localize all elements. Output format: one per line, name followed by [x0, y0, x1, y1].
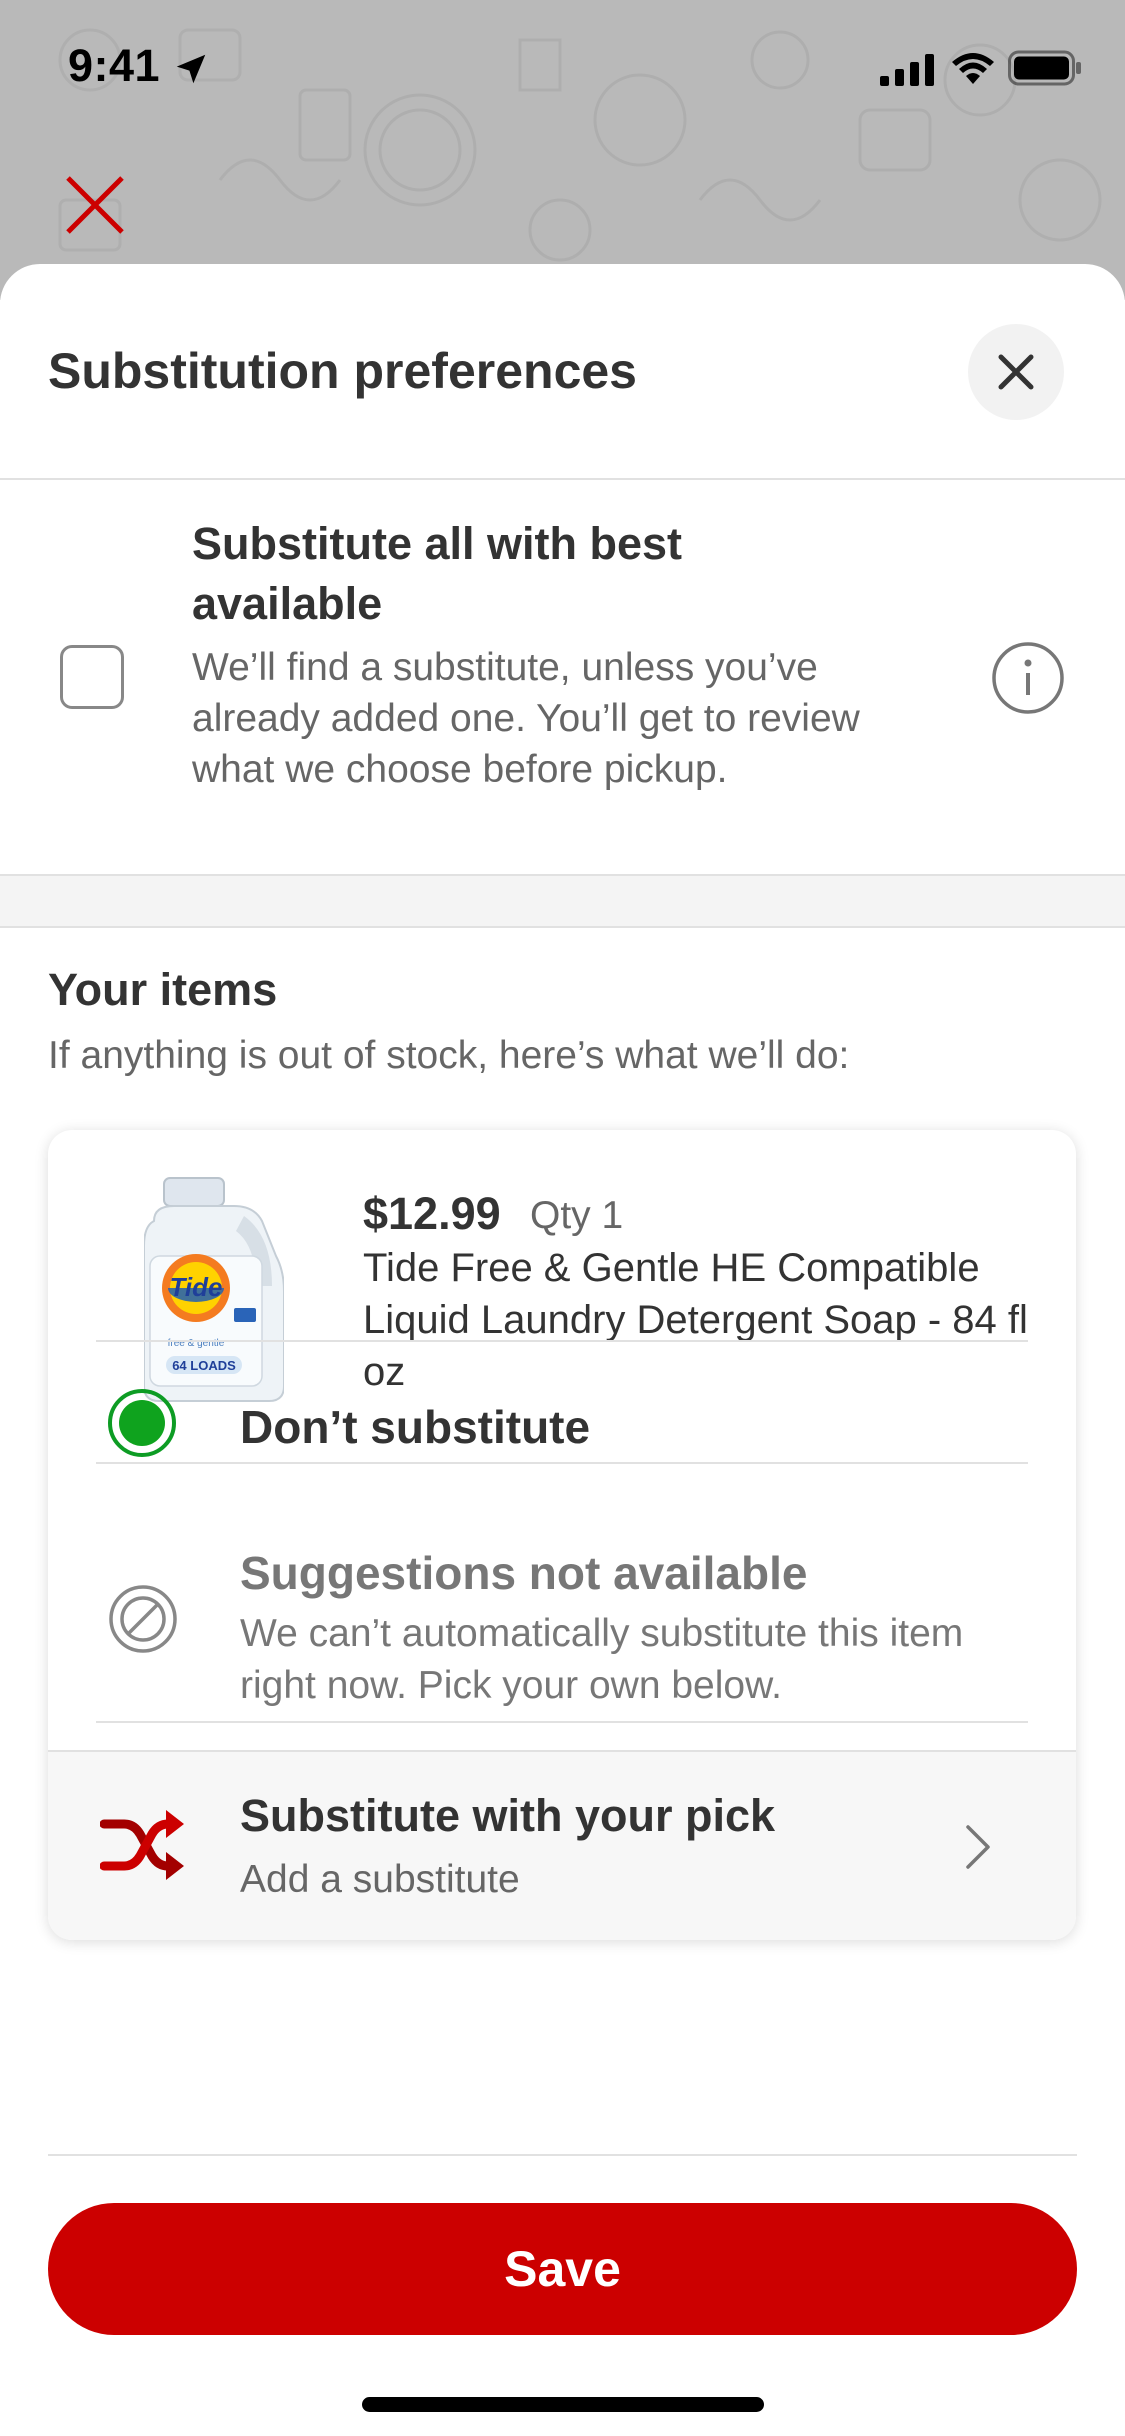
- save-button[interactable]: Save: [48, 2203, 1077, 2335]
- chevron-right-icon: [966, 1825, 990, 1869]
- substitution-sheet: Substitution preferences Substitute all …: [0, 264, 1125, 2436]
- suggestions-unavailable-title: Suggestions not available: [240, 1547, 808, 1599]
- options-top-divider: [96, 1340, 1028, 1342]
- substitute-pick-subtitle: Add a substitute: [240, 1858, 520, 1901]
- item-price: $12.99: [363, 1188, 501, 1239]
- svg-text:64 LOADS: 64 LOADS: [172, 1358, 236, 1373]
- sheet-title: Substitution preferences: [48, 343, 637, 399]
- radio-selected-dot: [119, 1400, 165, 1446]
- substitute-all-checkbox[interactable]: [60, 645, 124, 709]
- close-button[interactable]: [968, 324, 1064, 420]
- info-icon[interactable]: [991, 641, 1065, 715]
- status-bar: 9:41: [0, 0, 1125, 140]
- shuffle-icon: [100, 1810, 184, 1880]
- footer-divider: [48, 2154, 1077, 2156]
- svg-text:Tide: Tide: [170, 1272, 223, 1302]
- your-items-subtitle: If anything is out of stock, here’s what…: [48, 1034, 850, 1077]
- cellular-signal-icon: [880, 54, 934, 86]
- your-items-title: Your items: [48, 964, 278, 1015]
- wifi-icon: [952, 53, 994, 84]
- header-divider: [0, 478, 1125, 480]
- home-indicator: [362, 2397, 764, 2412]
- suggestions-unavailable-description: We can’t automatically substitute this i…: [240, 1612, 964, 1707]
- close-x-icon: [998, 354, 1034, 390]
- close-x-icon[interactable]: [62, 172, 128, 238]
- options-middle-divider: [96, 1462, 1028, 1464]
- substitute-with-pick-row[interactable]: Substitute with your pick Add a substitu…: [48, 1750, 1076, 1940]
- ban-icon: [109, 1585, 177, 1653]
- substitute-all-description: We’ll find a substitute, unless you’ve a…: [192, 646, 860, 791]
- dont-substitute-radio[interactable]: [108, 1389, 176, 1457]
- battery-icon: [1008, 50, 1081, 86]
- item-card: Tide free & gentle 64 LOADS $12.99 Qty 1…: [48, 1130, 1076, 1940]
- item-qty: Qty 1: [530, 1194, 624, 1237]
- substitute-all-title: Substitute all with best available: [192, 518, 683, 629]
- section-separator: [0, 874, 1125, 928]
- location-arrow-icon: [176, 54, 206, 84]
- item-divider: [96, 1721, 1028, 1723]
- item-name: Tide Free & Gentle HE Compatible Liquid …: [363, 1246, 1028, 1394]
- detergent-bottle-image: Tide free & gentle 64 LOADS: [144, 1177, 284, 1402]
- dont-substitute-label[interactable]: Don’t substitute: [240, 1400, 590, 1454]
- status-time: 9:41: [68, 40, 161, 91]
- substitute-pick-title: Substitute with your pick: [240, 1790, 776, 1841]
